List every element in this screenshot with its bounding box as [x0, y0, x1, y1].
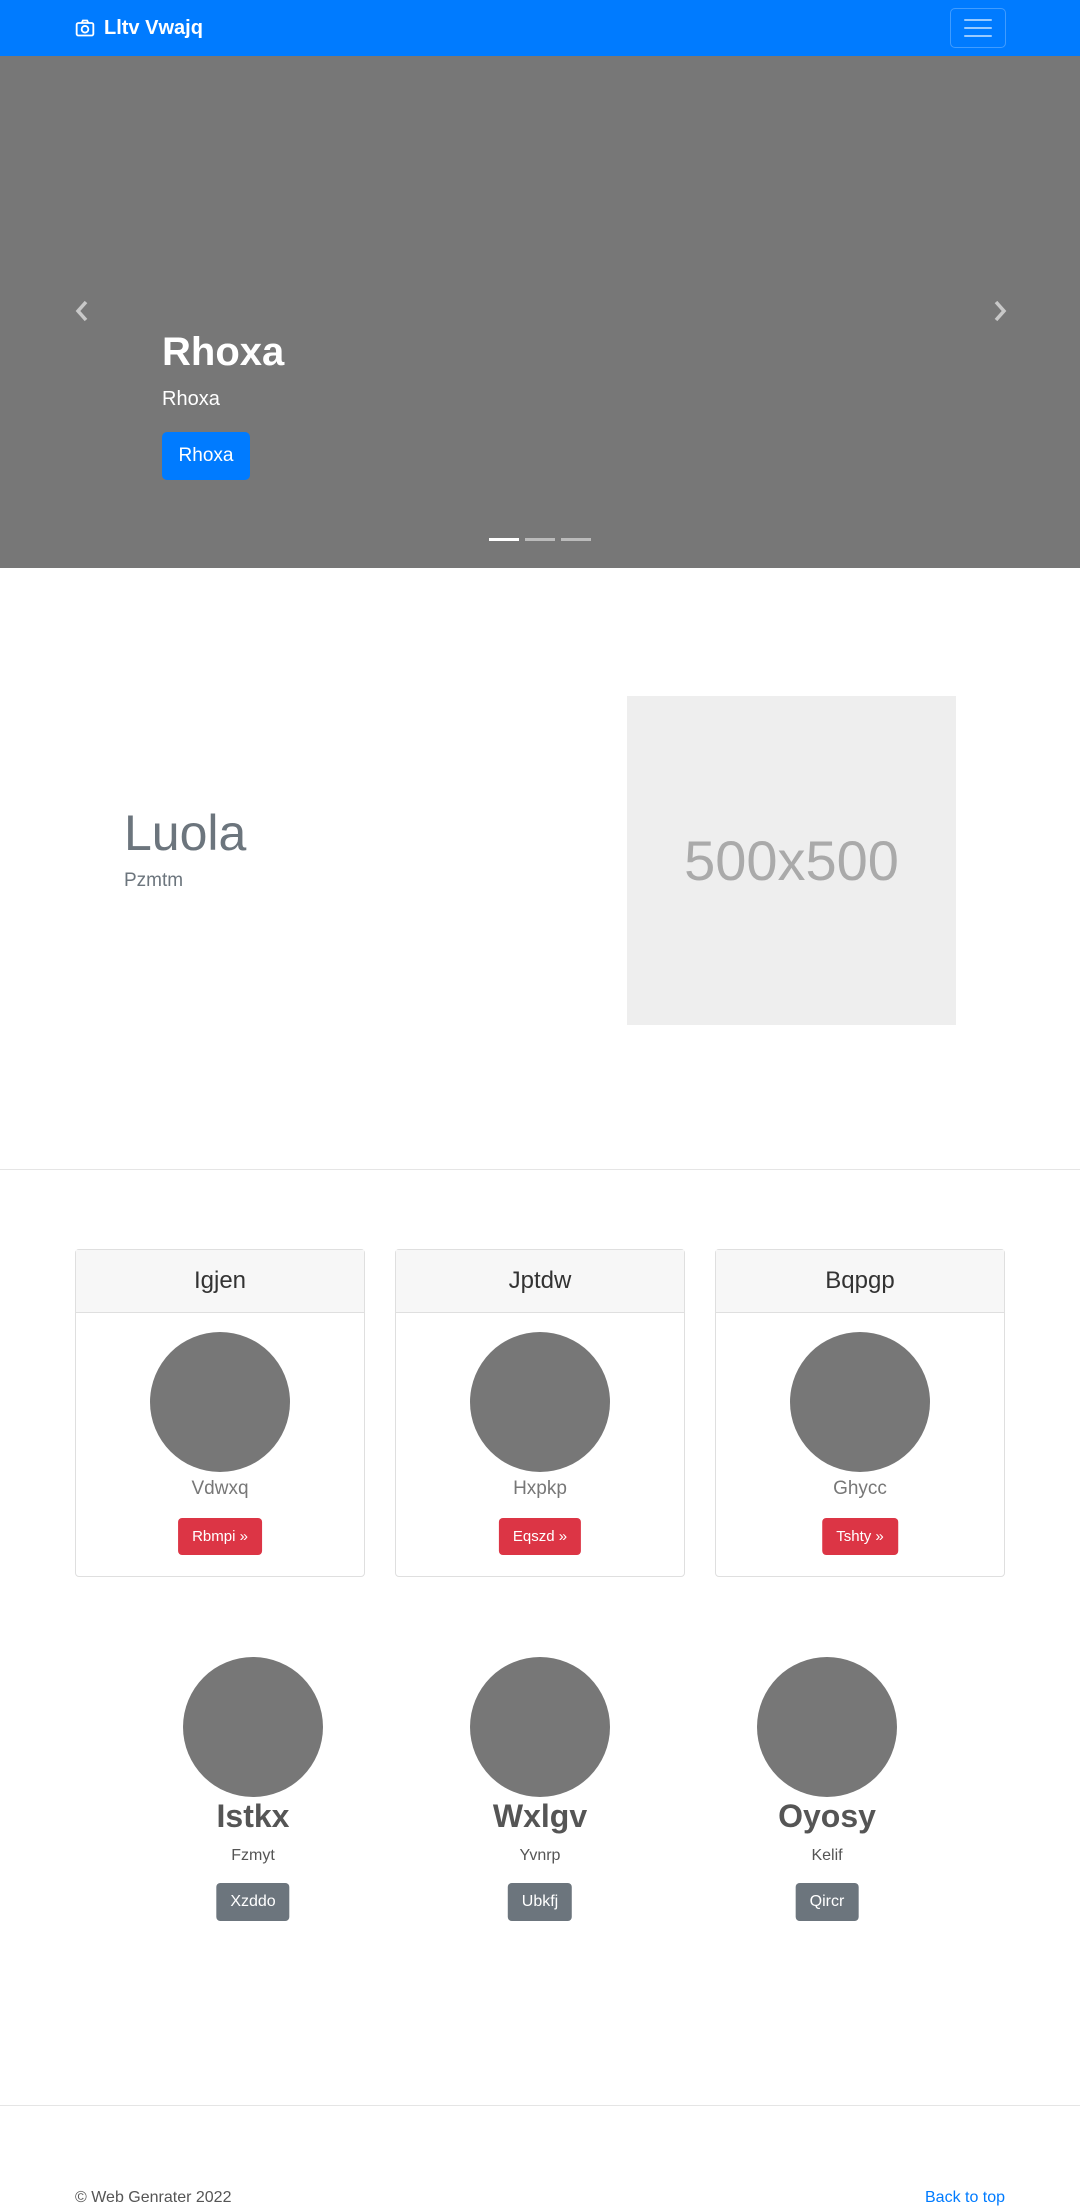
placeholder-label: 500x500: [684, 829, 899, 892]
carousel-subtitle: Rhoxa: [162, 388, 220, 410]
member-role: Kelif: [811, 1847, 843, 1864]
pricing-card: Igjen Vdwxq Rbmpi »: [75, 1249, 365, 1577]
member-role: Yvnrp: [519, 1847, 561, 1864]
card-text: Ghycc: [833, 1478, 887, 1499]
team-member: Istkx Fzmyt Xzddo: [143, 1657, 363, 1923]
hero-carousel: Rhoxa Rhoxa Rhoxa: [0, 56, 1080, 568]
copyright-text: © Web Genrater 2022: [75, 2189, 232, 2206]
member-name: Oyosy: [778, 1798, 876, 1834]
chevron-right-icon: [994, 300, 1007, 322]
feature-heading: Luola: [124, 805, 247, 861]
card-header: Igjen: [76, 1250, 364, 1313]
card-avatar: [150, 1332, 290, 1472]
member-button[interactable]: Qircr: [795, 1883, 859, 1921]
card-header: Jptdw: [396, 1250, 684, 1313]
feature-image-placeholder: 500x500: [627, 696, 956, 1025]
section-divider: [0, 1169, 1080, 1170]
member-avatar: [757, 1657, 897, 1797]
pricing-card: Jptdw Hxpkp Eqszd »: [395, 1249, 685, 1577]
member-avatar: [183, 1657, 323, 1797]
hamburger-icon: [964, 35, 992, 37]
card-text: Hxpkp: [513, 1478, 567, 1499]
card-button[interactable]: Rbmpi »: [178, 1518, 262, 1555]
back-to-top-link[interactable]: Back to top: [925, 2189, 1005, 2207]
card-button[interactable]: Tshty »: [822, 1518, 898, 1555]
carousel-title: Rhoxa: [162, 330, 285, 374]
member-name: Wxlgv: [492, 1798, 588, 1834]
card-button[interactable]: Eqszd »: [498, 1518, 582, 1555]
member-name: Istkx: [216, 1798, 290, 1834]
chevron-left-icon: [75, 300, 88, 322]
footer-divider: [0, 2105, 1080, 2106]
carousel-indicator-2[interactable]: [525, 538, 555, 541]
carousel-prev-button[interactable]: [67, 296, 97, 326]
carousel-indicator-3[interactable]: [561, 538, 591, 541]
carousel-next-button[interactable]: [985, 296, 1015, 326]
member-role: Fzmyt: [231, 1847, 275, 1864]
camera-icon: [75, 19, 95, 37]
carousel-indicators: [489, 538, 591, 541]
card-text: Vdwxq: [191, 1478, 249, 1499]
feature-subheading: Pzmtm: [124, 870, 184, 891]
member-button[interactable]: Xzddo: [216, 1883, 290, 1921]
member-avatar: [470, 1657, 610, 1797]
navbar-toggler-button[interactable]: [950, 8, 1006, 48]
card-avatar: [790, 1332, 930, 1472]
hamburger-icon: [964, 27, 992, 29]
team-member: Oyosy Kelif Qircr: [717, 1657, 937, 1923]
brand-name: Lltv Vwajq: [104, 16, 203, 39]
hamburger-icon: [964, 19, 992, 21]
card-header: Bqpgp: [716, 1250, 1004, 1313]
carousel-cta-button[interactable]: Rhoxa: [162, 432, 250, 480]
member-button[interactable]: Ubkfj: [507, 1883, 573, 1921]
carousel-indicator-1[interactable]: [489, 538, 519, 541]
brand-link[interactable]: Lltv Vwajq: [75, 14, 203, 42]
card-avatar: [470, 1332, 610, 1472]
pricing-card: Bqpgp Ghycc Tshty »: [715, 1249, 1005, 1577]
team-member: Wxlgv Yvnrp Ubkfj: [430, 1657, 650, 1923]
navbar: Lltv Vwajq: [0, 0, 1080, 56]
